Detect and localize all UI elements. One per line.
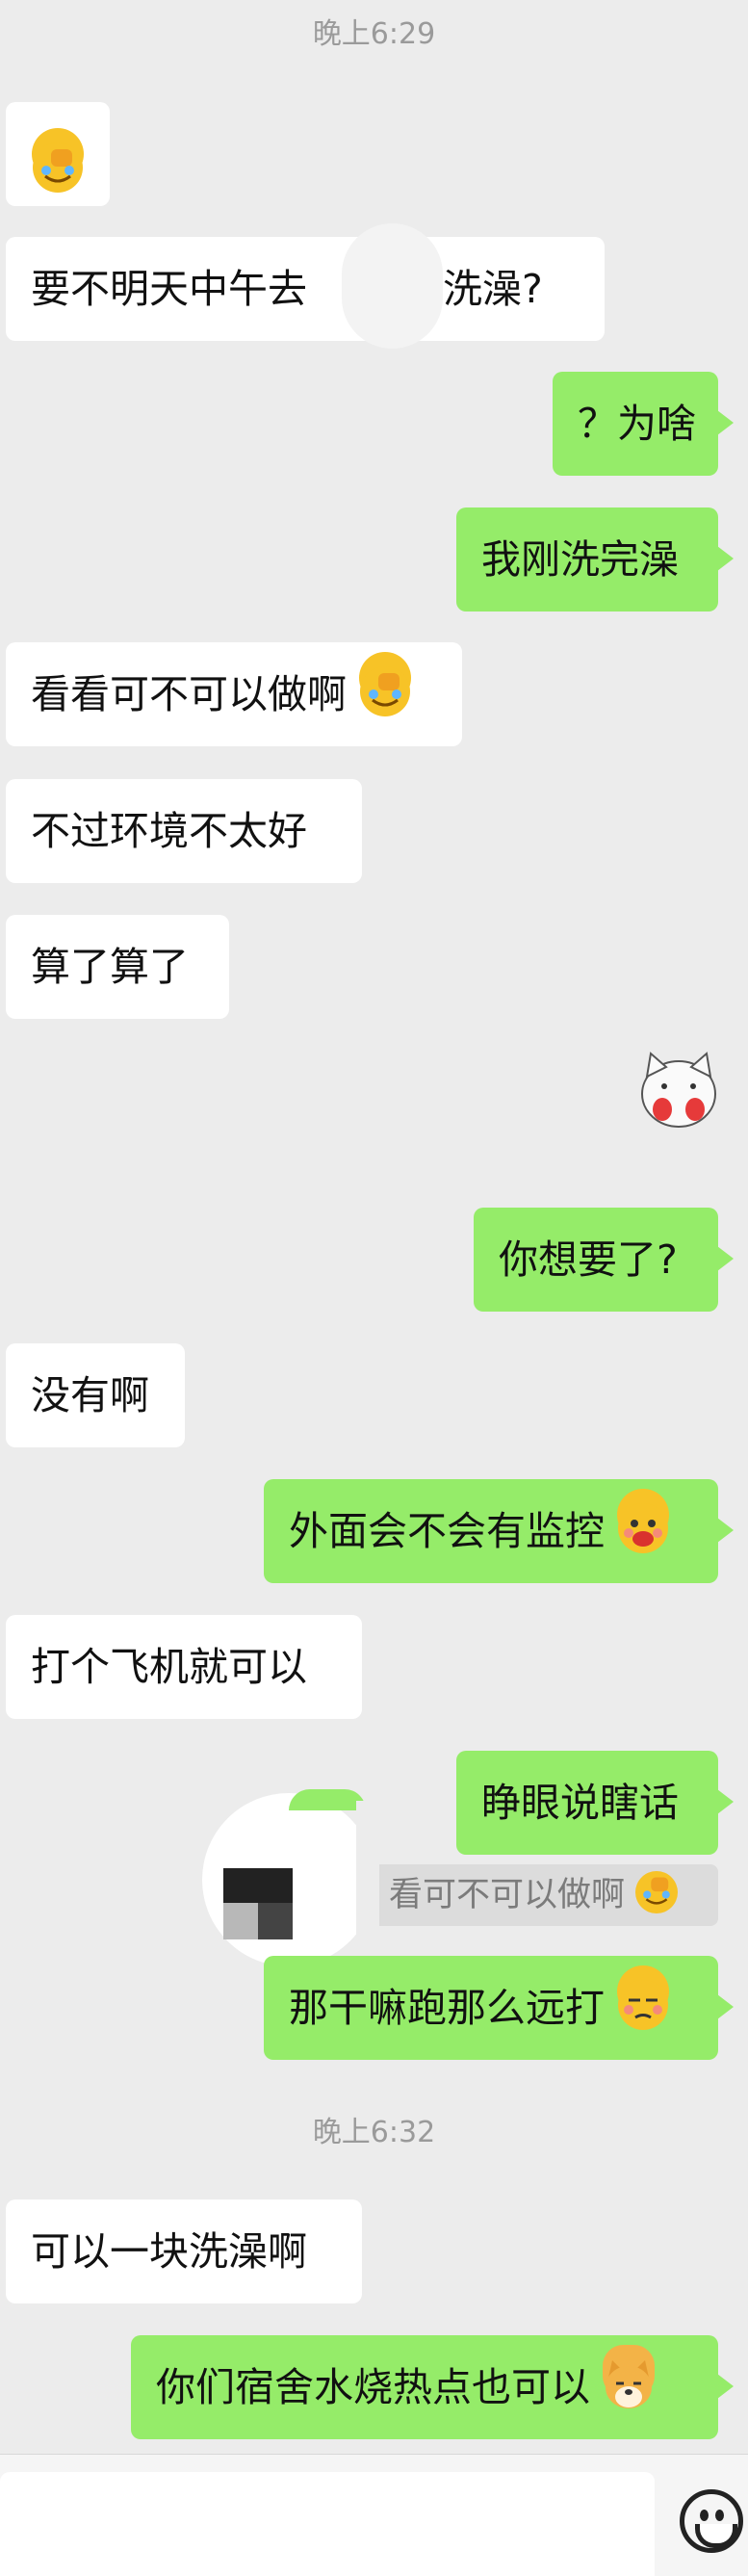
message-text: 可以一块洗澡啊	[31, 2228, 307, 2275]
message-text: 我刚洗完澡	[481, 536, 679, 583]
message-text: 要不明天中午去	[31, 266, 307, 312]
facepalm-emoji-icon	[635, 1871, 679, 1913]
chat-area[interactable]: 晚上6:29 要不明天中午去 外洗澡? ？为啥 我刚洗完澡 看看可不可以做啊 不过…	[0, 0, 748, 2454]
message-bubble[interactable]: 可以一块洗澡啊	[6, 2199, 362, 2303]
message-text: 没有啊	[31, 1372, 149, 1418]
cat-sticker[interactable]	[635, 1048, 722, 1131]
message-bubble[interactable]: 要不明天中午去 外洗澡?	[6, 237, 605, 341]
message-bubble[interactable]: 算了算了	[6, 915, 229, 1019]
message-bubble[interactable]: 我刚洗完澡	[456, 507, 734, 611]
message-bubble[interactable]: 打个飞机就可以	[6, 1615, 362, 1719]
message-bubble[interactable]: 那干嘛跑那么远打	[264, 1956, 734, 2060]
timestamp: 晚上6:32	[312, 2116, 436, 2149]
message-input[interactable]	[0, 2472, 655, 2576]
message-bubble[interactable]: 没有啊	[6, 1343, 185, 1447]
facepalm-emoji-icon	[359, 652, 412, 716]
bubble-fragment	[289, 1789, 366, 1810]
message-bubble[interactable]: 看看可不可以做啊	[6, 642, 462, 746]
cat-sticker-icon	[641, 1052, 716, 1128]
message-bubble[interactable]: 你们宿舍水烧热点也可以	[131, 2335, 734, 2439]
quote-text: 看可不可以做啊	[389, 1876, 626, 1914]
mosaic-block	[223, 1868, 293, 1939]
shy-face-emoji-icon	[617, 1489, 670, 1553]
message-bubble[interactable]: 不过环境不太好	[6, 779, 362, 883]
emoji-button-icon[interactable]	[680, 2489, 743, 2553]
facepalm-emoji-icon	[32, 128, 84, 193]
message-bubble[interactable]	[6, 102, 110, 206]
message-text: 不过环境不太好	[31, 808, 307, 854]
input-bar	[0, 2454, 748, 2576]
message-bubble[interactable]: 睁眼说瞎话	[456, 1751, 734, 1855]
timestamp: 晚上6:29	[312, 17, 436, 51]
message-text: 睁眼说瞎话	[481, 1780, 679, 1826]
message-text: 算了算了	[31, 944, 189, 990]
message-text: 你们宿舍水烧热点也可以	[156, 2364, 590, 2410]
message-text: 外面会不会有监控	[289, 1508, 605, 1554]
message-text: 你想要了?	[499, 1236, 678, 1283]
message-bubble[interactable]: 你想要了?	[474, 1208, 734, 1312]
message-text: 打个飞机就可以	[31, 1644, 307, 1690]
message-bubble[interactable]: 外面会不会有监控	[264, 1479, 734, 1583]
message-text: 那干嘛跑那么远打	[289, 1985, 605, 2031]
message-text: ？为啥	[578, 401, 696, 447]
doge-emoji-icon	[603, 2345, 656, 2408]
message-text: 看看可不可以做啊	[31, 671, 347, 717]
unamused-emoji-icon	[617, 1965, 670, 2030]
quoted-message[interactable]: 看可不可以做啊	[372, 1864, 718, 1926]
message-bubble[interactable]: ？为啥	[553, 372, 734, 476]
redaction-blur	[342, 223, 443, 349]
blur-strip	[356, 1801, 379, 1955]
